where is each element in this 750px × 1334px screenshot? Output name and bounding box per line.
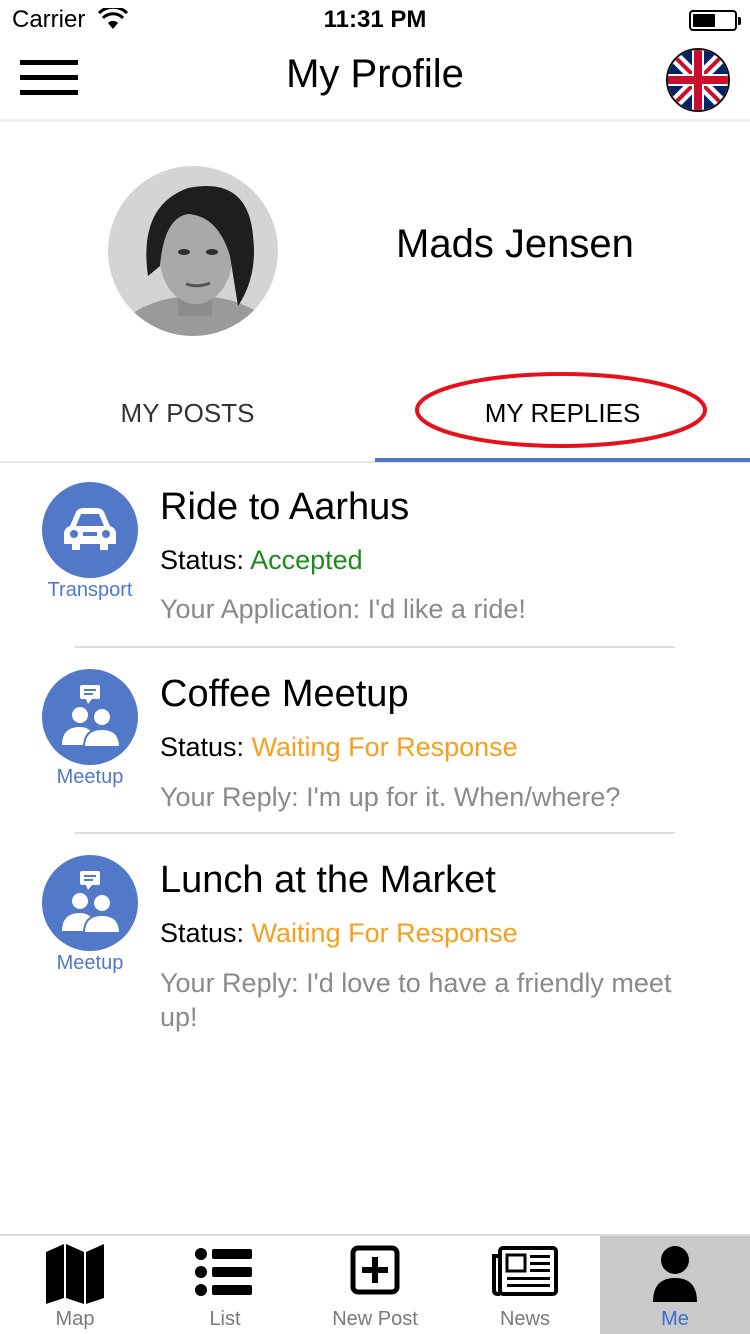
avatar[interactable] — [108, 166, 278, 336]
status-value: Accepted — [250, 545, 363, 575]
tab-my-posts[interactable]: MY POSTS — [0, 380, 375, 461]
car-icon — [42, 482, 138, 578]
item-message: Your Reply: I'd love to have a friendly … — [160, 968, 672, 1032]
selected-tab-indicator — [375, 458, 750, 462]
bottom-tab-bar: Map List New Post News Me — [0, 1234, 750, 1334]
item-title: Lunch at the Market — [160, 859, 496, 901]
item-status: Status: Accepted — [160, 545, 363, 576]
divider — [75, 646, 675, 648]
category-label: Transport — [47, 579, 133, 601]
tab-bar-new-post[interactable]: New Post — [300, 1236, 450, 1334]
tab-bar-label: List — [209, 1308, 241, 1330]
newspaper-icon — [492, 1246, 558, 1296]
status-label: Status: — [160, 918, 245, 948]
plus-square-icon — [350, 1245, 400, 1295]
item-status: Status: Waiting For Response — [160, 918, 518, 949]
nav-bar: My Profile — [0, 40, 750, 122]
page-title: My Profile — [286, 52, 464, 96]
item-message: Your Application: I'd like a ride! — [160, 594, 526, 624]
status-bar: Carrier 11:31 PM — [0, 0, 750, 40]
tab-bar-label: Me — [661, 1308, 689, 1330]
item-title: Ride to Aarhus — [160, 486, 410, 528]
map-icon — [46, 1244, 104, 1304]
item-title: Coffee Meetup — [160, 673, 409, 715]
battery-level — [693, 14, 715, 27]
people-chat-icon — [42, 669, 138, 765]
person-icon — [653, 1246, 697, 1302]
item-status: Status: Waiting For Response — [160, 732, 518, 763]
status-label: Status: — [160, 732, 245, 762]
status-value: Waiting For Response — [251, 918, 518, 948]
tab-bar-me[interactable]: Me — [600, 1236, 750, 1334]
tab-bar-label: New Post — [332, 1308, 418, 1330]
list-icon — [195, 1248, 252, 1296]
uk-flag-language-icon[interactable] — [666, 48, 730, 112]
category-label: Meetup — [56, 766, 124, 788]
item-message: Your Reply: I'm up for it. When/where? — [160, 782, 621, 812]
tab-bar-label: Map — [55, 1308, 95, 1330]
tab-bar-news[interactable]: News — [450, 1236, 600, 1334]
people-chat-icon — [42, 855, 138, 951]
annotation-ellipse — [415, 372, 707, 448]
status-value: Waiting For Response — [251, 732, 518, 762]
category-label: Meetup — [56, 952, 124, 974]
battery-icon — [689, 10, 741, 31]
tab-bar-map[interactable]: Map — [0, 1236, 150, 1334]
divider — [75, 832, 675, 834]
tab-bar-label: News — [499, 1308, 550, 1330]
clock: 11:31 PM — [323, 6, 427, 33]
profile-name: Mads Jensen — [396, 222, 634, 266]
tab-bar-list[interactable]: List — [150, 1236, 300, 1334]
status-label: Status: — [160, 545, 245, 575]
